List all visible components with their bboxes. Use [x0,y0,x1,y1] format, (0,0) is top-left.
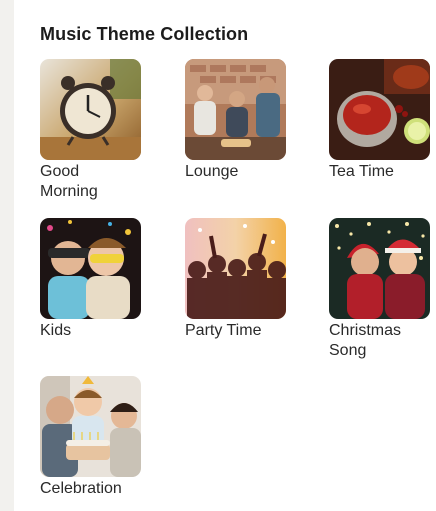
theme-tile-tea-time[interactable]: Tea Time [329,59,436,182]
birthday-cake-image [40,376,141,477]
alarm-clock-image [40,59,141,160]
theme-label: Celebration [40,480,122,497]
theme-tile-christmas-song[interactable]: Christmas Song [329,218,436,361]
theme-tile-party-time[interactable]: Party Time [185,218,295,341]
theme-label: Party Time [185,322,262,339]
kids-sunglasses-image [40,218,141,319]
theme-label: Christmas Song [329,322,402,359]
party-crowd-image [185,218,286,319]
theme-tile-good-morning[interactable]: Good Morning [40,59,150,202]
theme-tile-kids[interactable]: Kids [40,218,150,341]
theme-tile-celebration[interactable]: Celebration [40,376,150,499]
theme-label: Lounge [185,163,239,180]
theme-collection-panel: Music Theme Collection Good Morning Loun… [14,0,436,511]
lounge-people-image [185,59,286,160]
theme-tile-lounge[interactable]: Lounge [185,59,295,182]
section-title: Music Theme Collection [40,24,249,44]
tea-cup-image [329,59,430,160]
theme-label: Good Morning [40,163,98,200]
christmas-friends-image [329,218,430,319]
theme-label: Tea Time [329,163,394,180]
theme-label: Kids [40,322,72,339]
